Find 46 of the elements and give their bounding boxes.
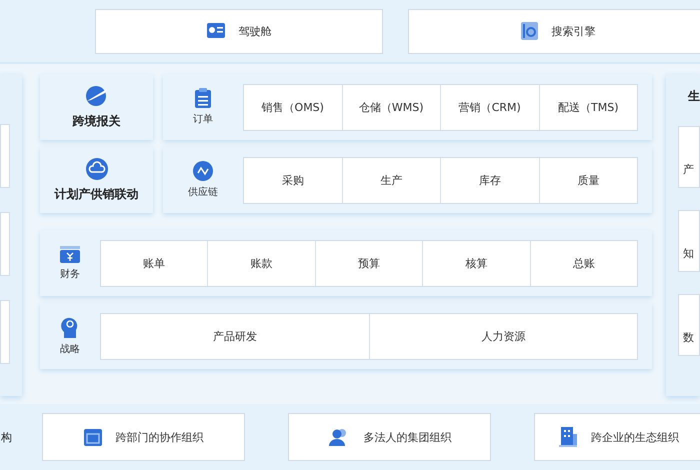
module-cell[interactable]: 人力资源 (368, 314, 637, 358)
row-label: 构 (1, 430, 12, 444)
wallet-icon (60, 245, 80, 263)
panel-title: 生 (686, 88, 700, 104)
module-cell[interactable]: 采购 (244, 158, 342, 202)
plane-globe-icon (84, 84, 108, 106)
module-cell[interactable]: 销售（OMS) (244, 84, 342, 130)
search-icon (520, 22, 538, 40)
module-cell[interactable]: 仓储（WMS) (342, 84, 440, 130)
module-cell[interactable]: 账单 (101, 240, 208, 286)
org-button[interactable]: 跨企业的生态组织 (534, 413, 700, 461)
group-label: 订单 (193, 112, 213, 126)
tile-label: 跨境报关 (72, 112, 120, 130)
module-cell[interactable]: 账款 (207, 240, 315, 286)
group-label: 战略 (60, 342, 80, 356)
side-card[interactable]: 数 (678, 294, 700, 356)
group-label: 财务 (60, 268, 80, 281)
module-cell[interactable]: 库存 (440, 158, 538, 202)
nav-button[interactable]: 驾驶舱 (95, 8, 383, 54)
network-icon (193, 161, 213, 181)
module-cell[interactable]: 总账 (530, 240, 638, 286)
card-background (0, 300, 10, 364)
building-icon (559, 427, 577, 447)
module-tile[interactable]: 跨境报关 (40, 74, 153, 140)
cloud-icon (86, 158, 108, 180)
window-icon (84, 428, 102, 446)
module-cell[interactable]: 预算 (314, 240, 422, 286)
module-cell[interactable]: 质量 (538, 158, 637, 202)
tile-label: 计划产供销联动 (54, 186, 138, 202)
group-label: 供应链 (188, 186, 218, 199)
nav-button[interactable]: 搜索引擎 (408, 8, 700, 54)
org-button[interactable]: 多法人的集团组织 (288, 413, 491, 461)
module-cell[interactable]: 营销（CRM) (440, 84, 538, 130)
module-cell[interactable]: 核算 (422, 240, 530, 286)
side-card[interactable]: 产 (678, 126, 700, 188)
side-card[interactable]: 知 (678, 210, 700, 272)
dashboard-icon (206, 23, 224, 39)
card-background (0, 212, 10, 276)
module-tile[interactable]: 计划产供销联动 (40, 147, 153, 213)
clipboard-icon (195, 88, 211, 108)
module-cell[interactable]: 产品研发 (101, 314, 368, 358)
module-cell[interactable]: 生产 (342, 158, 440, 202)
card-background (0, 124, 10, 188)
module-cell[interactable]: 配送（TMS) (538, 84, 637, 130)
org-button[interactable]: 跨部门的协作组织 (42, 413, 245, 461)
head-gears-icon (61, 316, 79, 338)
